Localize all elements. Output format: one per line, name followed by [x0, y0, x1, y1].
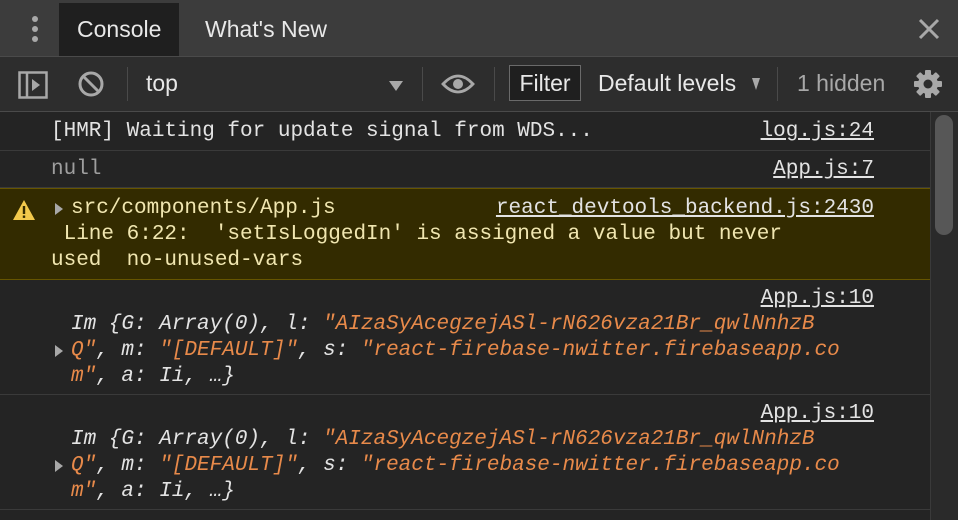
gear-icon[interactable] — [913, 69, 943, 104]
console-object-message: App.js:10 Im {G: Array(0), l: "AIzaSyAce… — [0, 280, 930, 395]
warning-icon — [12, 199, 36, 228]
expand-arrow-icon[interactable] — [55, 203, 63, 215]
object-preview-line[interactable]: m", a: Ii, …} — [71, 479, 235, 505]
expand-arrow-icon[interactable] — [55, 460, 63, 472]
console-toolbar: top Filter Default levels 1 hidden — [0, 57, 958, 112]
source-link[interactable]: App.js:10 — [761, 401, 874, 427]
filter-input[interactable]: Filter — [509, 65, 581, 101]
message-text: [HMR] Waiting for update signal from WDS… — [51, 120, 593, 143]
log-levels-dropdown[interactable]: Default levels — [598, 68, 736, 98]
toolbar-divider — [127, 67, 128, 101]
dropdown-caret-icon[interactable] — [388, 79, 404, 97]
tab-console[interactable]: Console — [59, 3, 180, 56]
close-icon[interactable] — [914, 14, 944, 44]
tab-whats-new[interactable]: What's New — [187, 3, 345, 56]
expand-arrow-icon[interactable] — [55, 345, 63, 357]
object-preview-line[interactable]: Q", m: "[DEFAULT]", s: "react-firebase-n… — [71, 453, 840, 479]
console-messages: [HMR] Waiting for update signal from WDS… — [0, 112, 930, 520]
context-selector[interactable]: top — [146, 68, 178, 98]
source-link[interactable]: App.js:10 — [761, 286, 874, 312]
object-preview-line[interactable]: m", a: Ii, …} — [71, 364, 235, 390]
console-message: [HMR] Waiting for update signal from WDS… — [0, 112, 930, 151]
message-text: null — [51, 158, 102, 181]
console-object-message: App.js:10 Im {G: Array(0), l: "AIzaSyAce… — [0, 395, 930, 510]
dropdown-caret-icon[interactable] — [752, 77, 760, 96]
warning-detail: Line 6:22: 'setIsLoggedIn' is assigned a… — [51, 223, 782, 246]
object-preview-line[interactable]: Im {G: Array(0), l: "AIzaSyAcegzejASl-rN… — [71, 427, 815, 453]
more-vert-icon[interactable] — [24, 14, 46, 44]
object-preview-line[interactable]: Im {G: Array(0), l: "AIzaSyAcegzejASl-rN… — [71, 312, 815, 338]
devtools-tabbar: Console What's New — [0, 0, 958, 57]
toolbar-divider — [494, 67, 495, 101]
source-link[interactable]: log.js:24 — [761, 119, 874, 145]
vertical-scrollbar[interactable] — [930, 112, 958, 520]
source-link[interactable]: App.js:7 — [773, 157, 874, 183]
console-message: null App.js:7 — [0, 151, 930, 188]
warning-detail: used no-unused-vars — [51, 249, 304, 272]
eye-icon[interactable] — [441, 72, 475, 101]
toolbar-divider — [422, 67, 423, 101]
source-link[interactable]: react_devtools_backend.js:2430 — [496, 196, 874, 222]
hidden-messages-count: 1 hidden — [797, 70, 886, 96]
object-preview-line[interactable]: Q", m: "[DEFAULT]", s: "react-firebase-n… — [71, 338, 840, 364]
scrollbar-thumb[interactable] — [935, 115, 953, 235]
toolbar-divider — [777, 67, 778, 101]
warning-text[interactable]: src/components/App.js — [71, 196, 336, 222]
clear-console-icon[interactable] — [77, 70, 105, 103]
console-warning: src/components/App.js react_devtools_bac… — [0, 188, 930, 280]
sidebar-toggle-icon[interactable] — [18, 71, 48, 104]
